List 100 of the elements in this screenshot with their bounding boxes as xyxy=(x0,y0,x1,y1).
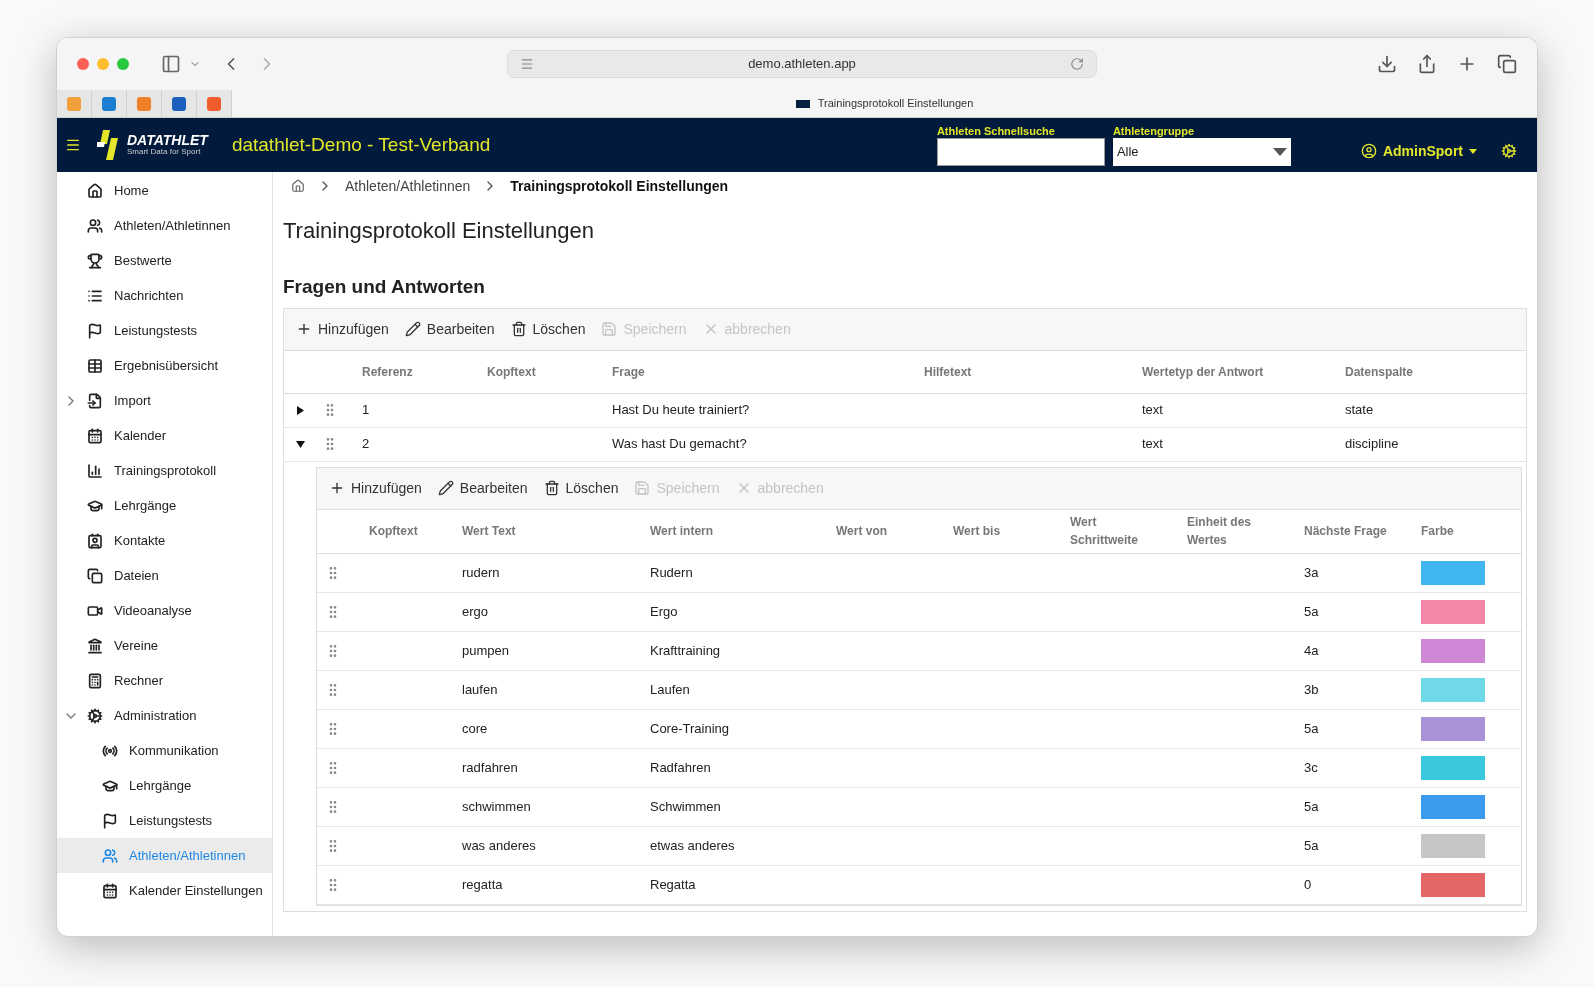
sidebar-item[interactable]: Leistungstests xyxy=(57,313,272,348)
people-icon xyxy=(87,217,103,234)
save-icon xyxy=(601,321,618,337)
table-cell-text: state xyxy=(1344,401,1375,420)
sidebar-item[interactable]: Leistungstests xyxy=(57,803,272,838)
toolbar-button[interactable]: Bearbeiten xyxy=(404,318,495,340)
toolbar-button[interactable]: Löschen xyxy=(510,318,586,340)
table-cell-text: Hast Du heute trainiert? xyxy=(611,401,751,420)
group-select[interactable]: Alle xyxy=(1112,138,1291,166)
sidebar-item[interactable]: Bestwerte xyxy=(57,243,272,278)
caret-right-icon[interactable] xyxy=(296,405,305,415)
table-cell-text: schwimmen xyxy=(461,797,532,816)
sidebar-item[interactable]: Import xyxy=(57,383,272,418)
sidebar-item[interactable]: Home xyxy=(57,173,272,208)
sidebar-item[interactable]: Kalender Einstellungen xyxy=(57,873,272,908)
sidebar-item[interactable]: Vereine xyxy=(57,628,272,663)
sidebar-item[interactable]: Dateien xyxy=(57,558,272,593)
calendar-icon xyxy=(87,427,103,444)
column-header[interactable]: Farbe xyxy=(1413,522,1513,540)
sidebar-item[interactable]: Administration xyxy=(57,698,272,733)
user-menu-button[interactable]: AdminSport xyxy=(1360,140,1477,162)
column-header[interactable]: Datenspalte xyxy=(1337,362,1526,381)
sidebar-item[interactable]: Kontakte xyxy=(57,523,272,558)
caret-down-icon[interactable] xyxy=(296,439,305,449)
column-header[interactable]: Einheit des Wertes xyxy=(1179,513,1279,549)
column-header[interactable]: Wertetyp der Antwort xyxy=(1134,362,1337,381)
column-header[interactable]: Wert bis xyxy=(945,522,1045,540)
share-icon[interactable] xyxy=(1417,54,1437,74)
toolbar-button[interactable]: Löschen xyxy=(543,477,619,499)
column-header[interactable]: Referenz xyxy=(354,362,479,381)
settings-icon[interactable] xyxy=(1501,143,1517,159)
zoom-window-icon[interactable] xyxy=(117,58,129,70)
column-header[interactable]: Wert intern xyxy=(642,522,742,540)
table-cell-text: 5a xyxy=(1303,836,1320,855)
sidebar-item[interactable]: Athleten/Athletinnen xyxy=(57,208,272,243)
breadcrumb-item[interactable]: Athleten/Athletinnen xyxy=(345,175,471,197)
file-import-icon xyxy=(87,392,103,409)
contact-card-icon xyxy=(87,532,103,549)
column-header[interactable]: Wert Text xyxy=(454,522,554,540)
table-cell-text: 5a xyxy=(1303,602,1320,621)
home-icon xyxy=(87,182,103,199)
table-cell-text: Rudern xyxy=(649,563,694,582)
sidebar-item[interactable]: Nachrichten xyxy=(57,278,272,313)
reload-icon[interactable] xyxy=(1070,57,1084,71)
pencil-icon xyxy=(404,321,421,337)
sidebar-item[interactable]: Ergebnisübersicht xyxy=(57,348,272,383)
brand-tagline: Smart Data for Sport xyxy=(127,147,202,157)
favicon-icon xyxy=(795,99,810,108)
plus-icon xyxy=(329,480,345,496)
flag-icon xyxy=(87,322,103,339)
table-cell-text: 0 xyxy=(1303,875,1313,894)
sidebar-item[interactable]: Videoanalyse xyxy=(57,593,272,628)
column-header[interactable]: Kopftext xyxy=(479,362,604,381)
sidebar-item[interactable]: Kalender xyxy=(57,418,272,453)
menu-icon[interactable] xyxy=(65,137,81,153)
table-cell-text: 3b xyxy=(1303,680,1320,699)
column-header[interactable]: Hilfetext xyxy=(916,362,1134,381)
favicon-icon xyxy=(137,96,151,111)
field-label: Athleten Schnellsuche xyxy=(936,124,1056,138)
address-bar[interactable]: demo.athleten.app xyxy=(507,50,1097,78)
table-cell-text: laufen xyxy=(461,680,499,699)
page-menu-icon[interactable] xyxy=(520,57,534,71)
column-header[interactable]: Wert Schrittweite xyxy=(1062,513,1162,549)
tabs-overview-icon[interactable] xyxy=(1497,54,1517,74)
table-cell-text: rudern xyxy=(461,563,501,582)
column-header[interactable]: Wert von xyxy=(828,522,928,540)
sidebar-item[interactable]: Trainingsprotokoll xyxy=(57,453,272,488)
dropdown-arrow-icon xyxy=(1272,148,1287,156)
search-field[interactable] xyxy=(936,138,1105,166)
column-header[interactable]: Kopftext xyxy=(361,522,454,540)
table-cell-text: ergo xyxy=(461,602,490,621)
sidebar-item[interactable]: Lehrgänge xyxy=(57,768,272,803)
table-cell-text: Laufen xyxy=(649,680,691,699)
column-header[interactable]: Frage xyxy=(604,362,916,381)
sidebar-item[interactable]: Rechner xyxy=(57,663,272,698)
active-tab[interactable]: Trainingsprotokoll Einstellungen xyxy=(232,90,1537,117)
sidebar-item[interactable]: Lehrgänge xyxy=(57,488,272,523)
page-title: Trainingsprotokoll Einstellungen xyxy=(283,217,596,245)
table-cell-text: regatta xyxy=(461,875,504,894)
table-cell-text: core xyxy=(461,719,489,738)
sidebar-item[interactable]: Kommunikation xyxy=(57,733,272,768)
brand-name: DATATHLET xyxy=(127,133,208,147)
antenna-icon xyxy=(102,742,118,759)
trash-icon xyxy=(510,321,527,337)
sidebar-toggle-icon[interactable] xyxy=(161,54,181,74)
bar-chart-icon xyxy=(87,462,103,479)
table-cell-text: discipline xyxy=(1344,435,1400,454)
table-cell-text: radfahren xyxy=(461,758,519,777)
toolbar-button[interactable]: Bearbeiten xyxy=(437,477,528,499)
toolbar-button[interactable]: Hinzufügen xyxy=(296,318,389,340)
table-cell-text: text xyxy=(1141,401,1164,420)
home-icon[interactable] xyxy=(291,179,305,193)
toolbar-button[interactable]: Hinzufügen xyxy=(329,477,422,499)
table-cell-text: Radfahren xyxy=(649,758,712,777)
save-icon xyxy=(634,480,651,496)
column-header[interactable]: Nächste Frage xyxy=(1296,522,1396,540)
flag-icon xyxy=(102,812,118,829)
table-icon xyxy=(87,357,103,374)
download-icon[interactable] xyxy=(1377,54,1397,74)
close-window-icon[interactable] xyxy=(77,58,89,70)
